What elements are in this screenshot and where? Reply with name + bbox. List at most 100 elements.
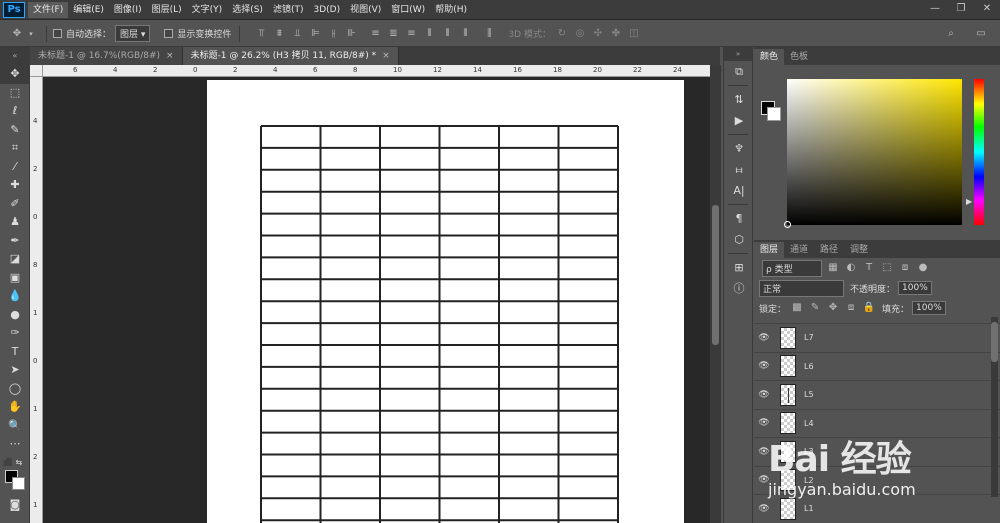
auto-select-checkbox[interactable] (53, 29, 62, 38)
eye-icon[interactable]: 👁 (754, 361, 774, 371)
lock-all-icon[interactable]: 🔒 (862, 301, 876, 315)
adjustments-icon[interactable]: ⧦ (724, 159, 754, 180)
show-transform-option[interactable]: 显示变换控件 (164, 27, 231, 40)
auto-select-dropdown[interactable]: 图层 ▾ (115, 25, 151, 42)
shape-tool-icon[interactable]: ◯ (0, 380, 30, 399)
slide-3d-icon[interactable]: ✤ (609, 27, 623, 41)
layers-scrollbar[interactable] (991, 317, 998, 497)
filter-pixel-icon[interactable]: ▦ (826, 261, 840, 275)
search-icon[interactable]: ⌕ (944, 27, 958, 41)
show-transform-checkbox[interactable] (164, 29, 174, 38)
tab-color[interactable]: 颜色 (754, 49, 785, 65)
layer-row[interactable]: 👁 L1 (754, 494, 1000, 523)
menu-type[interactable]: 文字(Y) (187, 2, 228, 18)
layer-row[interactable]: 👁 L3 (754, 437, 1000, 466)
ruler-horizontal[interactable]: 64202468101214161820222426 (43, 65, 722, 77)
distribute-top-icon[interactable]: ≡ (368, 27, 382, 41)
blur-tool-icon[interactable]: 💧 (0, 287, 30, 306)
eye-icon[interactable]: 👁 (754, 418, 774, 428)
document-canvas[interactable] (207, 80, 684, 523)
distribute-hcenter-icon[interactable]: ⫴ (440, 27, 454, 41)
history-brush-tool-icon[interactable]: ✒ (0, 232, 30, 251)
filter-toggle-icon[interactable]: ● (916, 261, 930, 275)
menu-image[interactable]: 图像(I) (109, 2, 147, 18)
rotate-3d-icon[interactable]: ↻ (555, 27, 569, 41)
eraser-tool-icon[interactable]: ◪ (0, 250, 30, 269)
layer-row[interactable]: 👁 L4 (754, 408, 1000, 438)
hue-slider-handle-icon[interactable]: ▶ (966, 197, 972, 206)
eyedropper-tool-icon[interactable]: ⁄ (0, 158, 30, 177)
menu-filter[interactable]: 滤镜(T) (268, 2, 309, 18)
menu-help[interactable]: 帮助(H) (430, 2, 472, 18)
minimize-button[interactable]: — (922, 0, 948, 20)
auto-align-icon[interactable]: ⫼ (482, 27, 496, 41)
brush-preset-icon[interactable]: ♆ (724, 138, 754, 159)
hand-tool-icon[interactable]: ✋ (0, 398, 30, 417)
move-tool-icon[interactable]: ✥ (10, 27, 24, 41)
align-bottom-icon[interactable]: ⫫ (290, 27, 304, 41)
menu-select[interactable]: 选择(S) (227, 2, 268, 18)
scale-3d-icon[interactable]: ◫ (627, 27, 641, 41)
crop-tool-icon[interactable]: ⌗ (0, 139, 30, 158)
filter-type-icon[interactable]: T (862, 261, 876, 275)
layer-comps-icon[interactable]: ⊞ (724, 257, 754, 278)
align-hcenter-icon[interactable]: ⫲ (326, 27, 340, 41)
picker-cursor[interactable] (784, 221, 791, 228)
drag-3d-icon[interactable]: ✣ (591, 27, 605, 41)
workspace-icon[interactable]: ▭ (974, 27, 988, 41)
swap-colors-icon[interactable]: ⬛ ⇆ (0, 454, 30, 468)
more-tools-icon[interactable]: ⋯ (0, 435, 30, 454)
healing-brush-tool-icon[interactable]: ✚ (0, 176, 30, 195)
tab-channels[interactable]: 通道 (784, 242, 814, 258)
toolbar-collapse[interactable]: « (0, 47, 30, 65)
close-button[interactable]: ✕ (974, 0, 1000, 20)
layer-row[interactable]: 👁 L7 (754, 323, 1000, 352)
canvas-workspace[interactable] (43, 77, 710, 523)
background-color-swatch[interactable] (12, 476, 25, 490)
layer-filter-dropdown[interactable]: ρ 类型 (762, 259, 822, 277)
document-tab-2[interactable]: 未标题-1 @ 26.2% (H3 拷贝 11, RGB/8#) * × (182, 47, 399, 65)
tab-adjustments[interactable]: 调整 (844, 242, 874, 258)
gradient-tool-icon[interactable]: ▣ (0, 269, 30, 288)
dodge-tool-icon[interactable]: ● (0, 306, 30, 325)
menu-layer[interactable]: 图层(L) (147, 2, 187, 18)
close-icon[interactable]: × (166, 51, 174, 61)
path-select-tool-icon[interactable]: ➤ (0, 361, 30, 380)
tab-layers[interactable]: 图层 (754, 242, 785, 258)
document-tab-1[interactable]: 未标题-1 @ 16.7%(RGB/8#) × (30, 47, 183, 65)
tab-swatches[interactable]: 色板 (784, 49, 814, 65)
zoom-tool-icon[interactable]: 🔍 (0, 417, 30, 436)
lock-artboard-icon[interactable]: ⧈ (844, 301, 858, 315)
tool-preset-chevron-icon[interactable]: ▾ (24, 27, 38, 41)
quick-mask-icon[interactable]: ◙ (0, 496, 30, 515)
scrollbar-thumb[interactable] (712, 205, 719, 345)
eye-icon[interactable]: 👁 (754, 475, 774, 485)
distribute-left-icon[interactable]: ⦀ (422, 27, 436, 41)
paragraph-icon[interactable]: ¶ (724, 208, 754, 229)
hue-slider[interactable] (974, 79, 984, 225)
menu-edit[interactable]: 编辑(E) (68, 2, 109, 18)
eye-icon[interactable]: 👁 (754, 447, 774, 457)
menu-window[interactable]: 窗口(W) (386, 2, 430, 18)
lock-transparent-icon[interactable]: ▩ (790, 301, 804, 315)
distribute-right-icon[interactable]: ⦀ (458, 27, 472, 41)
fill-input[interactable]: 100% (912, 301, 946, 315)
align-top-icon[interactable]: ⫪ (254, 27, 268, 41)
lock-position-icon[interactable]: ✥ (826, 301, 840, 315)
color-swatches[interactable] (0, 468, 29, 496)
play-icon[interactable]: ▶ (724, 110, 754, 131)
ruler-vertical[interactable]: 4 2 0 8 1 0 1 2 1 (30, 77, 43, 523)
opacity-input[interactable]: 100% (898, 281, 932, 295)
info-icon[interactable]: ⓘ (724, 278, 754, 299)
lasso-tool-icon[interactable]: ℓ (0, 102, 30, 121)
align-right-icon[interactable]: ⊪ (344, 27, 358, 41)
eye-icon[interactable]: 👁 (754, 333, 774, 343)
brush-tool-icon[interactable]: ✐ (0, 195, 30, 214)
move-tool-icon[interactable]: ✥ (0, 65, 30, 84)
type-tool-icon[interactable]: T (0, 343, 30, 362)
ruler-corner[interactable] (30, 65, 43, 77)
menu-3d[interactable]: 3D(D) (308, 2, 345, 18)
menu-view[interactable]: 视图(V) (345, 2, 386, 18)
close-icon[interactable]: × (382, 51, 390, 61)
layer-row[interactable]: 👁 L5 (754, 380, 1000, 409)
